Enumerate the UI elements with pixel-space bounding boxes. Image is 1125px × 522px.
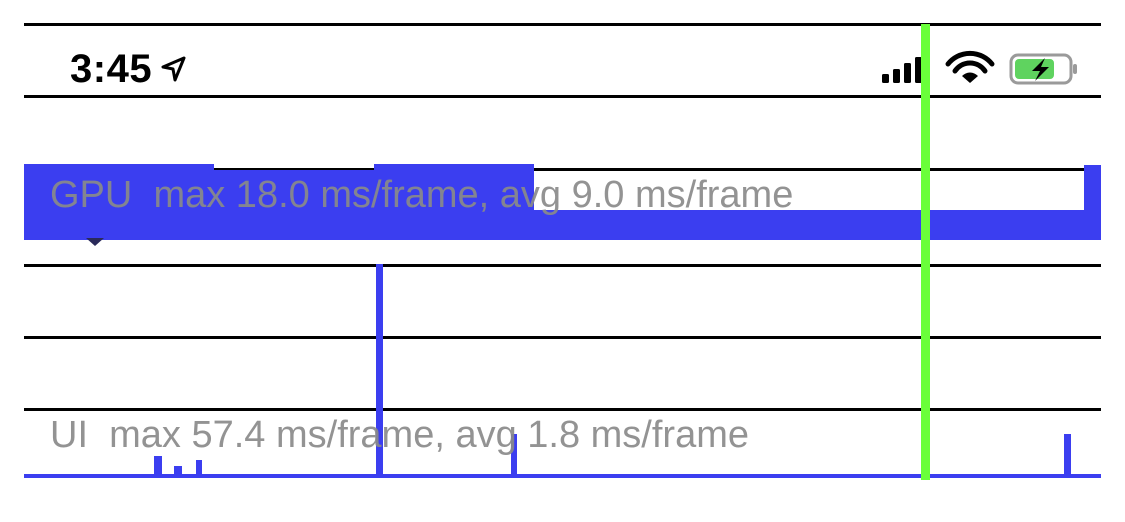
ui-bar-spike-2: [196, 460, 202, 478]
battery-charging-icon: [1009, 53, 1077, 85]
ui-bar-spike-5: [1064, 434, 1071, 478]
ui-bar-spike-0: [154, 456, 162, 478]
ui-graph-label: UI max 57.4 ms/frame, avg 1.8 ms/frame: [50, 414, 749, 456]
divider-line-status-bottom: [24, 95, 1101, 98]
location-arrow-icon: [161, 56, 186, 82]
current-frame-marker: [921, 24, 930, 480]
ui-bar-spike-1: [174, 466, 182, 478]
gpu-bar-spike: [1084, 165, 1101, 240]
cellular-signal-icon: [882, 57, 922, 83]
divider-line-top: [24, 23, 1101, 26]
ui-bar-base: [24, 474, 1101, 478]
wifi-icon: [945, 50, 995, 83]
gpu-graph-label: GPU max 18.0 ms/frame, avg 9.0 ms/frame: [50, 174, 794, 216]
status-bar-left: 3:45: [70, 44, 188, 94]
status-time: 3:45: [70, 46, 153, 91]
gpu-caret-icon: [86, 238, 104, 246]
status-bar-right: [882, 50, 1077, 85]
